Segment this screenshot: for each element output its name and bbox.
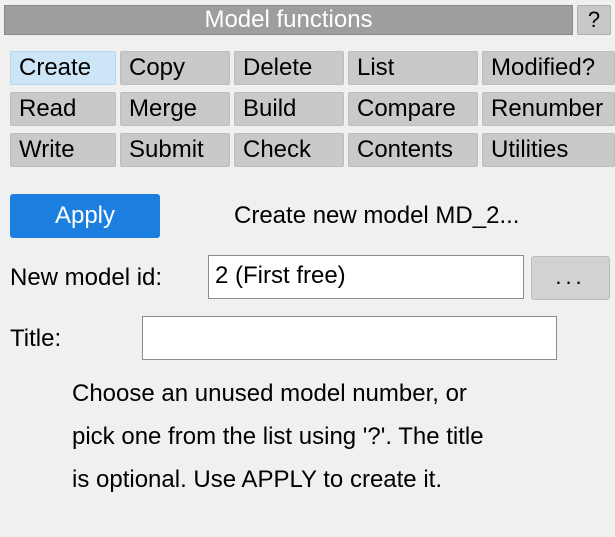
tab-build[interactable]: Build <box>234 92 344 126</box>
help-text: Choose an unused model number, or pick o… <box>72 372 592 501</box>
tab-label: Modified? <box>491 54 596 81</box>
tab-label: Build <box>243 95 297 122</box>
model-id-label: New model id: <box>10 264 163 291</box>
tab-read[interactable]: Read <box>10 92 116 126</box>
tab-label: Utilities <box>491 136 569 163</box>
help-line: pick one from the list using '?'. The ti… <box>72 423 484 450</box>
tab-label: Renumber <box>491 95 604 122</box>
tab-copy[interactable]: Copy <box>120 51 230 85</box>
tab-utilities[interactable]: Utilities <box>482 133 615 167</box>
tab-compare[interactable]: Compare <box>348 92 478 126</box>
title-label: Title: <box>10 325 62 352</box>
help-line: is optional. Use APPLY to create it. <box>72 466 442 493</box>
tab-label: Create <box>19 54 92 81</box>
tab-write[interactable]: Write <box>10 133 116 167</box>
panel-titlebar: Model functions <box>4 5 573 35</box>
tab-label: Submit <box>129 136 204 163</box>
model-id-input[interactable]: 2 (First free) <box>208 255 524 299</box>
help-button[interactable]: ? <box>577 5 611 35</box>
title-input[interactable] <box>142 316 557 360</box>
panel-title: Model functions <box>204 6 373 33</box>
tab-list[interactable]: List <box>348 51 478 85</box>
tab-label: Check <box>243 136 312 163</box>
tab-check[interactable]: Check <box>234 133 344 167</box>
tab-modified[interactable]: Modified? <box>482 51 615 85</box>
tab-merge[interactable]: Merge <box>120 92 230 126</box>
help-line: Choose an unused model number, or <box>72 380 467 407</box>
tab-label: Compare <box>357 95 456 122</box>
tab-submit[interactable]: Submit <box>120 133 230 167</box>
tab-label: Merge <box>129 95 198 122</box>
tab-label: List <box>357 54 395 81</box>
tab-contents[interactable]: Contents <box>348 133 478 167</box>
tab-delete[interactable]: Delete <box>234 51 344 85</box>
apply-button[interactable]: Apply <box>10 194 160 238</box>
tab-label: Write <box>19 136 75 163</box>
model-picker-button[interactable]: ... <box>531 256 610 300</box>
help-icon: ? <box>587 7 601 32</box>
tab-label: Contents <box>357 136 454 163</box>
tab-create[interactable]: Create <box>10 51 116 85</box>
tab-label: Delete <box>243 54 313 81</box>
tab-label: Read <box>19 95 77 122</box>
tab-label: Copy <box>129 54 186 81</box>
status-message: Create new model MD_2... <box>234 202 520 229</box>
tab-renumber[interactable]: Renumber <box>482 92 615 126</box>
